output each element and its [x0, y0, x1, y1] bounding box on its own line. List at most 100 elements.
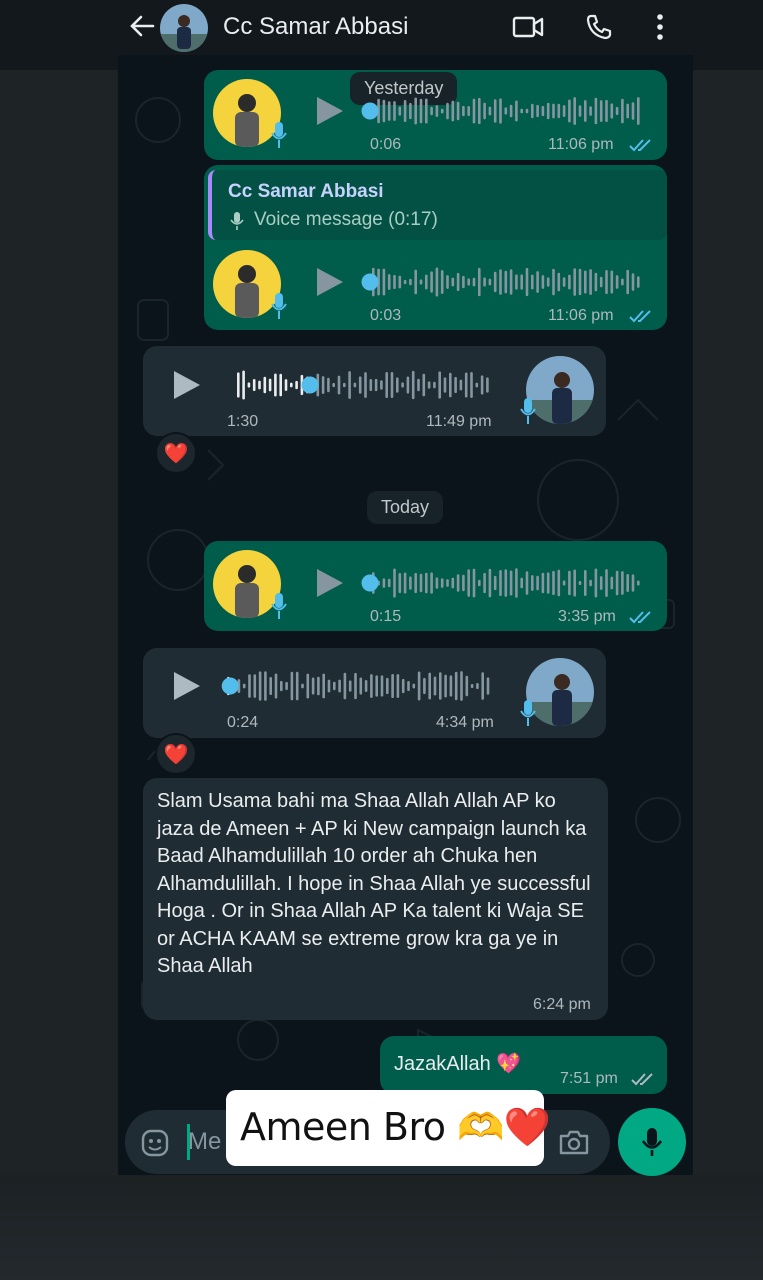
waveform-bar — [285, 681, 288, 691]
waveform-bar — [454, 671, 458, 701]
waveform-bar — [562, 105, 566, 117]
waveform[interactable] — [360, 266, 645, 298]
waveform-bar — [433, 381, 436, 389]
waveform-bar — [419, 573, 423, 593]
waveform-bar — [626, 269, 629, 295]
waveform-bar — [446, 579, 449, 587]
playback-position-dot[interactable] — [361, 273, 379, 291]
waveform-bar — [515, 274, 518, 290]
waveform-bar — [531, 274, 534, 290]
waveform-bar — [562, 580, 566, 586]
waveform-bar — [258, 380, 261, 390]
phone-icon[interactable] — [585, 13, 613, 41]
waveform-bar — [493, 99, 497, 123]
waveform-bar — [242, 683, 246, 689]
waveform-bar — [464, 372, 468, 398]
waveform-bar — [348, 680, 352, 692]
bottom-backdrop — [0, 1175, 763, 1280]
waveform-bar — [375, 675, 378, 697]
contact-avatar[interactable] — [160, 4, 208, 52]
waveform-bar — [515, 568, 518, 598]
play-icon[interactable] — [315, 567, 345, 599]
waveform-bar — [369, 378, 373, 392]
waveform-bar — [615, 106, 619, 116]
waveform-bar — [382, 578, 386, 588]
voice-record-button[interactable] — [618, 1108, 686, 1176]
waveform-bar — [387, 101, 391, 121]
waveform-bar — [440, 270, 444, 294]
waveform-bar — [343, 382, 346, 388]
waveform-bar — [481, 672, 484, 700]
message-input[interactable]: Me — [188, 1128, 221, 1156]
waveform-bar — [557, 103, 561, 119]
waveform-bar — [407, 680, 410, 692]
waveform-bar — [459, 379, 463, 391]
waveform-bar — [525, 571, 529, 595]
waveform-bar — [478, 97, 481, 125]
play-icon[interactable] — [172, 670, 202, 702]
video-call-icon[interactable] — [512, 14, 544, 40]
waveform-bar — [589, 106, 592, 116]
playback-position-dot[interactable] — [221, 677, 239, 695]
heart-reaction[interactable]: ❤️ — [155, 733, 197, 775]
message-text: JazakAllah 💖 — [394, 1053, 522, 1075]
play-icon[interactable] — [315, 95, 345, 127]
waveform-bar — [584, 100, 587, 122]
waveform[interactable] — [215, 670, 495, 702]
more-vert-icon[interactable] — [650, 12, 670, 42]
sticker-icon[interactable] — [140, 1128, 170, 1158]
waveform-bar — [637, 580, 640, 586]
waveform-bar — [419, 98, 423, 124]
waveform-bar — [462, 574, 465, 592]
play-icon[interactable] — [315, 266, 345, 298]
waveform-bar — [427, 381, 431, 389]
waveform-bar — [380, 380, 383, 390]
waveform-bar — [631, 574, 635, 592]
waveform-bar — [621, 278, 624, 286]
message-time: 6:24 pm — [533, 996, 591, 1013]
waveform-bar — [594, 568, 598, 598]
waveform[interactable] — [225, 369, 495, 401]
back-arrow-icon[interactable] — [128, 12, 156, 40]
mic-icon — [271, 293, 287, 319]
waveform-bar — [386, 677, 389, 695]
contact-name[interactable]: Cc Samar Abbasi — [223, 13, 408, 41]
waveform-bar — [284, 379, 288, 391]
waveform-bar — [546, 102, 550, 120]
waveform-bar — [578, 580, 582, 586]
waveform-bar — [343, 672, 347, 700]
waveform-bar — [475, 382, 479, 388]
waveform-bar — [446, 275, 449, 289]
waveform-bar — [301, 683, 304, 689]
waveform-bar — [322, 673, 325, 699]
waveform-bar — [295, 380, 298, 390]
waveform-bar — [509, 570, 513, 596]
waveform-bar — [499, 98, 502, 124]
camera-icon[interactable] — [558, 1128, 590, 1156]
waveform-bar — [353, 382, 357, 388]
waveform-bar — [536, 104, 539, 118]
heart-reaction[interactable]: ❤️ — [155, 432, 197, 474]
waveform-bar — [509, 269, 513, 295]
mic-icon — [271, 122, 287, 148]
waveform-bar — [605, 569, 608, 597]
waveform-bar — [364, 680, 368, 692]
waveform-bar — [552, 268, 555, 296]
waveform-bar — [264, 671, 267, 701]
playback-position-dot[interactable] — [361, 102, 379, 120]
reply-author: Cc Samar Abbasi — [228, 181, 384, 202]
waveform-bar — [398, 275, 402, 289]
playback-position-dot[interactable] — [361, 574, 379, 592]
waveform-bar — [568, 274, 571, 290]
waveform[interactable] — [360, 95, 645, 127]
waveform-bar — [599, 276, 603, 288]
waveform-bar — [435, 267, 439, 297]
waveform[interactable] — [360, 567, 645, 599]
waveform-bar — [396, 674, 400, 698]
waveform-bar — [401, 678, 405, 694]
play-icon[interactable] — [172, 369, 202, 401]
playback-position-dot[interactable] — [301, 376, 319, 394]
waveform-bar — [451, 100, 455, 122]
waveform-bar — [387, 274, 391, 290]
waveform-bar — [621, 571, 624, 595]
